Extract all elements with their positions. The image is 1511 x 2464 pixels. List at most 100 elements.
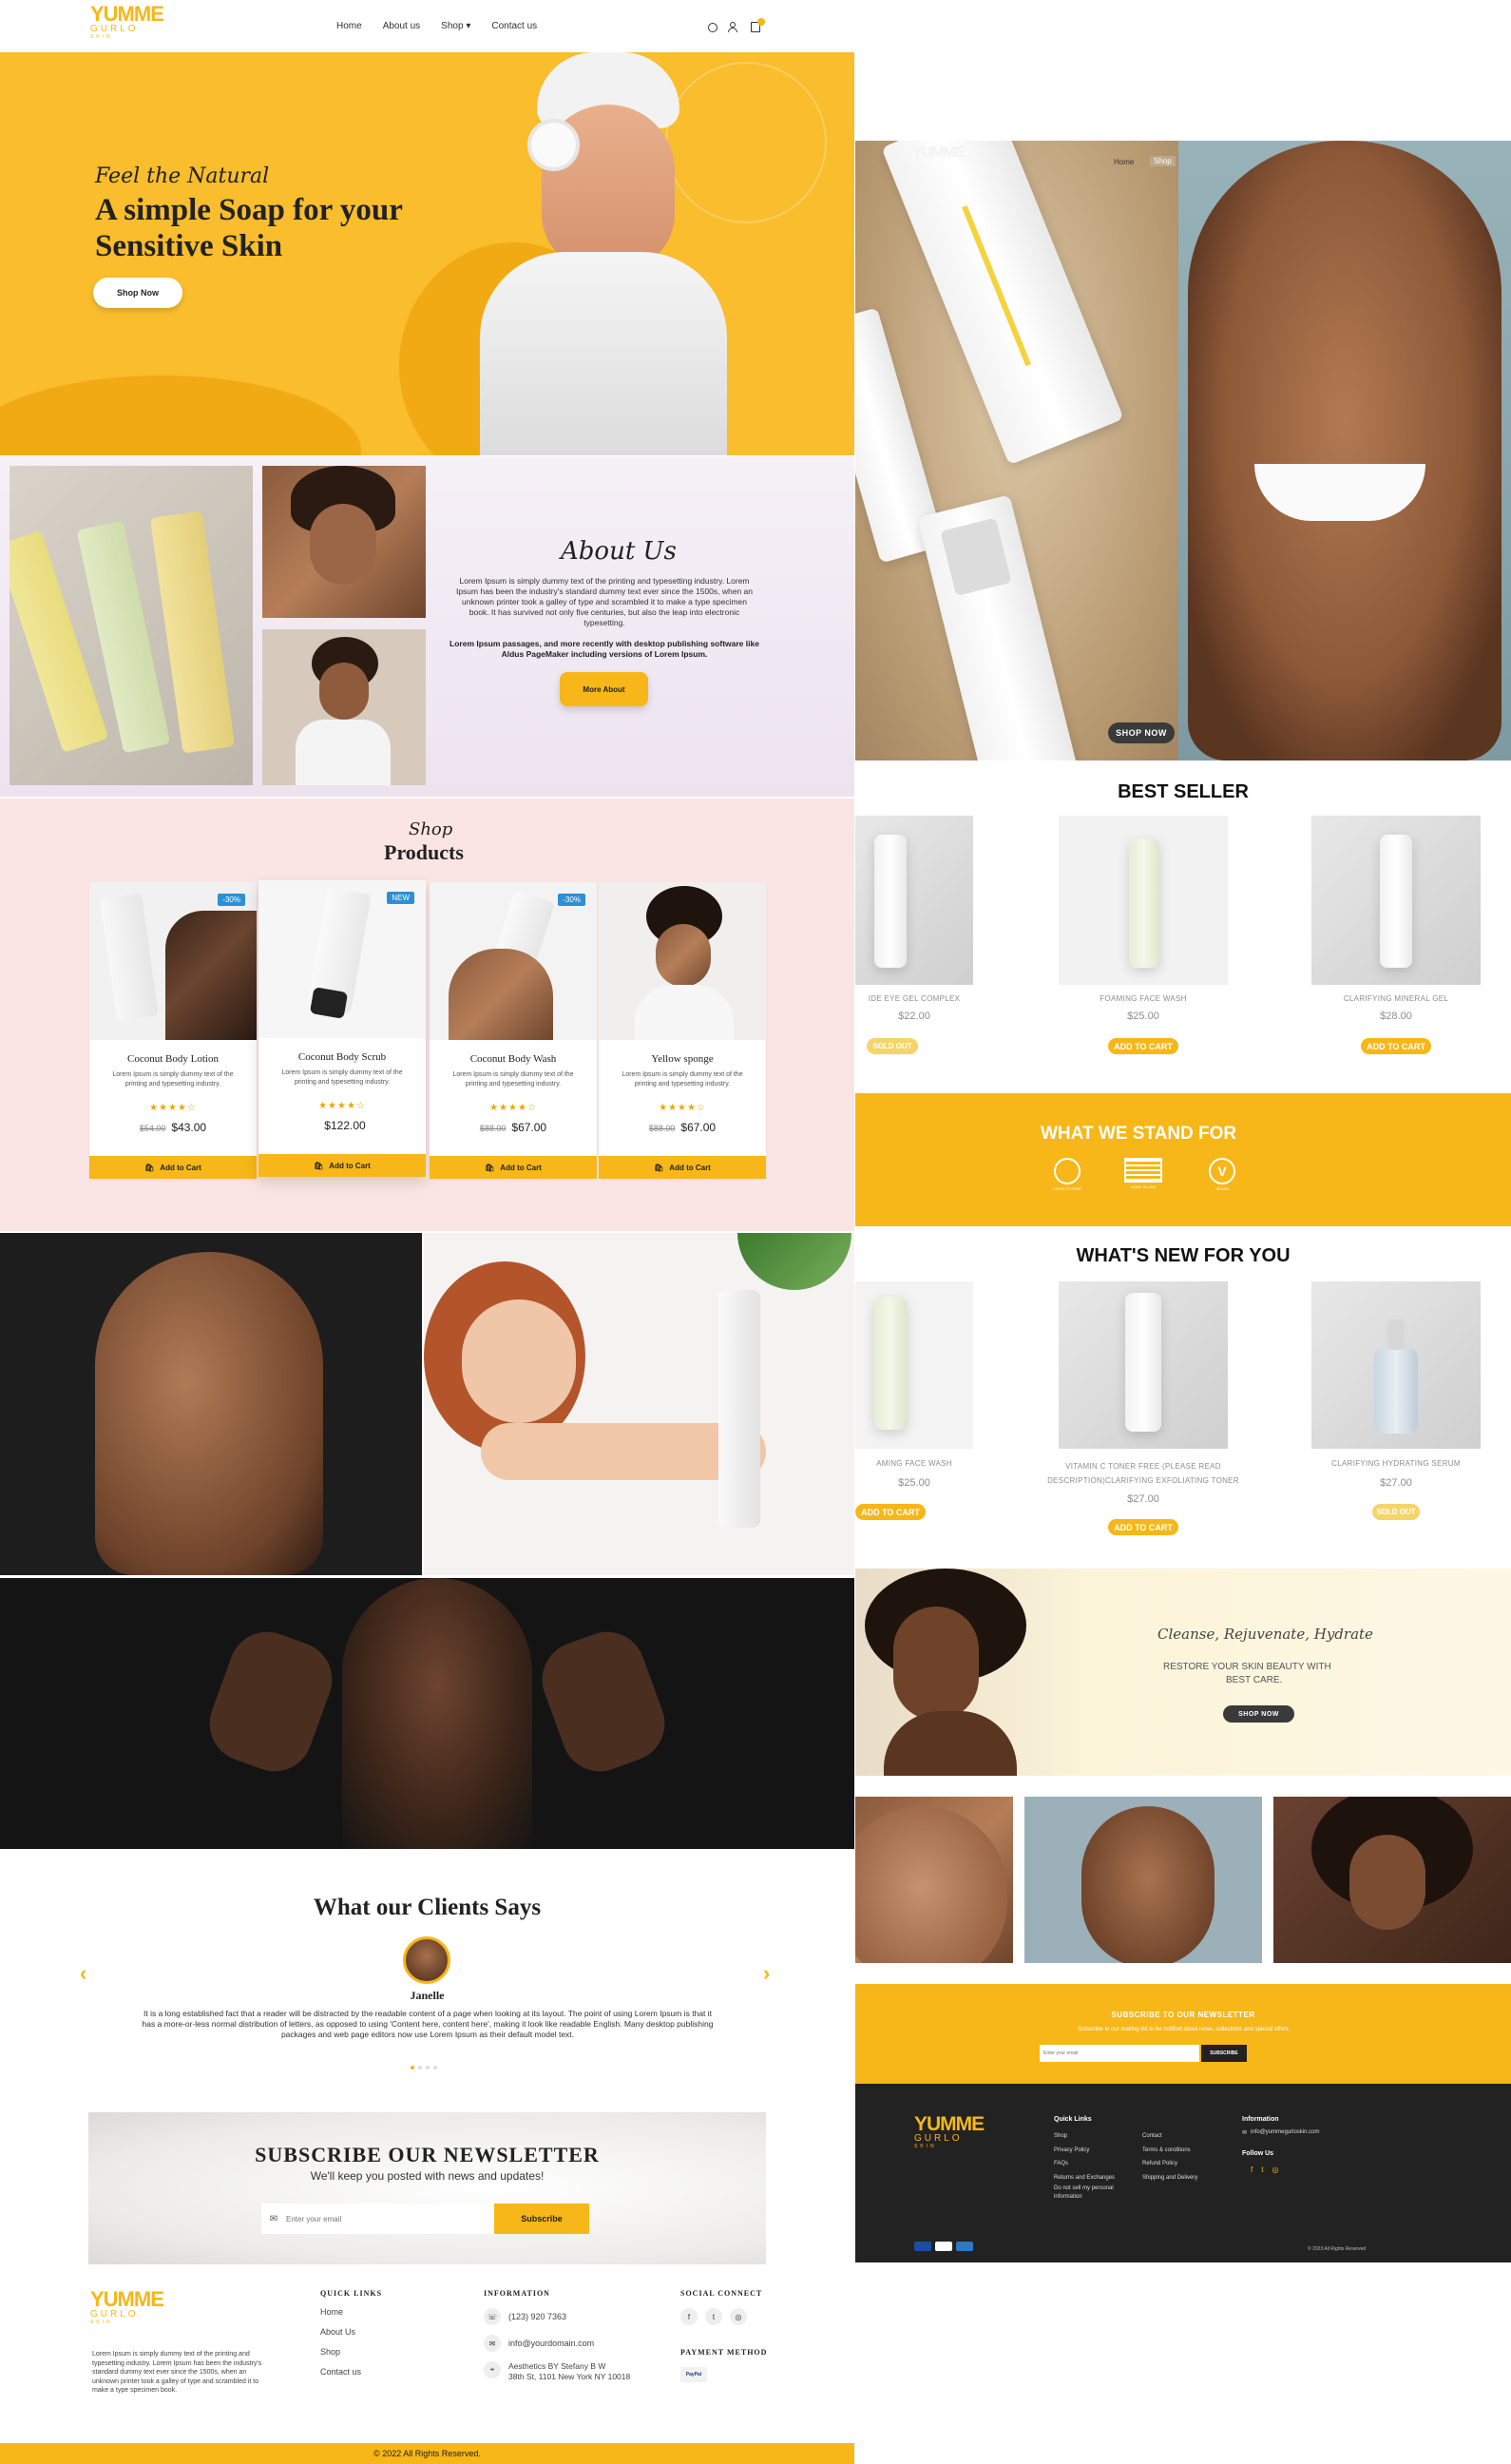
product-card[interactable]: -30% Coconut Body Lotion Lorem Ipsum is … bbox=[89, 882, 257, 1179]
sold-out-button[interactable]: SOLD OUT bbox=[1372, 1504, 1420, 1520]
whats-new-item[interactable]: AMING FACE WASH $25.00 bbox=[855, 1459, 973, 1489]
carousel-dot[interactable] bbox=[426, 2066, 430, 2069]
footer-link[interactable]: Privacy Policy bbox=[1054, 2144, 1130, 2158]
instagram-icon[interactable]: ◎ bbox=[730, 2308, 747, 2325]
product-card[interactable]: Yellow sponge Lorem Ipsum is simply dumm… bbox=[599, 882, 766, 1179]
product-image bbox=[599, 882, 766, 1040]
right-nav-shop[interactable]: Shop bbox=[1150, 156, 1176, 166]
visa-icon bbox=[914, 2242, 931, 2251]
carousel-next-button[interactable]: › bbox=[763, 1961, 770, 1986]
hero-title-line2: Sensitive Skin bbox=[95, 229, 283, 263]
bestseller-title: BEST SELLER bbox=[1118, 781, 1249, 802]
facebook-icon[interactable]: f bbox=[1251, 2166, 1253, 2174]
subscribe-button[interactable]: Subscribe bbox=[494, 2204, 589, 2234]
footer-link-about[interactable]: About Us bbox=[320, 2322, 361, 2342]
bestseller-item[interactable]: FOAMING FACE WASH $25.00 bbox=[1059, 994, 1228, 1022]
product-name[interactable]: Coconut Body Wash bbox=[430, 1053, 597, 1065]
instagram-icon[interactable]: ◎ bbox=[1272, 2166, 1278, 2174]
product-card[interactable]: -30% Coconut Body Wash Lorem Ipsum is si… bbox=[430, 882, 597, 1179]
bag-icon: 🛍 bbox=[144, 1163, 155, 1172]
twitter-icon[interactable]: t bbox=[705, 2308, 722, 2325]
footer-social-title: SOCIAL CONNECT bbox=[680, 2289, 763, 2298]
product-name[interactable]: Yellow sponge bbox=[599, 1053, 766, 1065]
whats-new-item[interactable]: VITAMIN C TONER FREE (PLEASE READ DESCRI… bbox=[1045, 1459, 1241, 1505]
footer-link-contact[interactable]: Contact us bbox=[320, 2362, 361, 2382]
product-name[interactable]: Coconut Body Lotion bbox=[89, 1053, 257, 1065]
add-to-cart-button[interactable]: 🛍 Add to Cart bbox=[258, 1154, 426, 1177]
footer-email-text[interactable]: info@yourdomain.com bbox=[508, 2339, 594, 2348]
add-to-cart-button[interactable]: 🛍 Add to Cart bbox=[599, 1156, 766, 1179]
right-hero-shop-button[interactable]: SHOP NOW bbox=[1108, 722, 1175, 743]
footer-link[interactable]: Refund Policy bbox=[1142, 2157, 1197, 2171]
footer-link[interactable]: Returns and Exchanges bbox=[1054, 2171, 1130, 2185]
product-name[interactable]: VITAMIN C TONER FREE (PLEASE READ DESCRI… bbox=[1045, 1459, 1241, 1488]
footer-link[interactable]: Contact bbox=[1142, 2129, 1197, 2144]
bestseller-item[interactable]: IDE EYE GEL COMPLEX $22.00 bbox=[855, 994, 973, 1022]
chevron-left-icon: ‹ bbox=[80, 1961, 87, 1985]
right-footer-logo[interactable]: YUMME GURLO SKIN bbox=[914, 2114, 985, 2149]
product-name[interactable]: IDE EYE GEL COMPLEX bbox=[855, 994, 973, 1003]
product-name[interactable]: FOAMING FACE WASH bbox=[1059, 994, 1228, 1003]
whats-new-item[interactable]: CLARIFYING HYDRATING SERUM $27.00 bbox=[1311, 1459, 1481, 1489]
carousel-prev-button[interactable]: ‹ bbox=[80, 1961, 86, 1986]
logo-tagline: SKIN bbox=[90, 34, 113, 40]
carousel-dot[interactable] bbox=[433, 2066, 437, 2069]
logo-bottom: GURLO bbox=[90, 24, 139, 34]
product-name[interactable]: Coconut Body Scrub bbox=[258, 1051, 426, 1063]
add-to-cart-button[interactable]: ADD TO CART bbox=[1108, 1519, 1178, 1535]
sold-out-button[interactable]: SOLD OUT bbox=[867, 1038, 918, 1054]
facebook-icon[interactable]: f bbox=[680, 2308, 698, 2325]
carousel-dots bbox=[411, 2066, 437, 2069]
nav-shop[interactable]: Shop ▾ bbox=[441, 21, 470, 31]
promo-shop-button[interactable]: SHOP NOW bbox=[1223, 1705, 1294, 1723]
bestseller-item[interactable]: CLARIFYING MINERAL GEL $28.00 bbox=[1311, 994, 1481, 1022]
gallery-photo-3 bbox=[0, 1578, 854, 1849]
newsletter-email-input[interactable] bbox=[286, 2204, 494, 2234]
new-badge: NEW bbox=[387, 892, 414, 904]
product-name[interactable]: AMING FACE WASH bbox=[855, 1459, 973, 1468]
right-footer-follow: Follow Us bbox=[1242, 2150, 1274, 2157]
hero-shop-button[interactable]: Shop Now bbox=[93, 278, 182, 308]
footer-link-shop[interactable]: Shop bbox=[320, 2342, 361, 2362]
product-name[interactable]: CLARIFYING HYDRATING SERUM bbox=[1311, 1459, 1481, 1468]
bag-icon: 🛍 bbox=[654, 1163, 664, 1172]
add-to-cart-button[interactable]: ADD TO CART bbox=[1361, 1038, 1431, 1054]
right-footer-email-text[interactable]: info@yummegurloskin.com bbox=[1251, 2129, 1319, 2136]
nav-home[interactable]: Home bbox=[336, 21, 362, 31]
footer-link[interactable]: Shipping and Delivery bbox=[1142, 2171, 1197, 2185]
right-subscribe-button[interactable]: SUBSCRIBE bbox=[1201, 2045, 1247, 2062]
footer-link[interactable]: Terms & conditions bbox=[1142, 2144, 1197, 2158]
old-price: $88.00 bbox=[648, 1124, 676, 1133]
add-to-cart-button[interactable]: ADD TO CART bbox=[1108, 1038, 1178, 1054]
carousel-dot[interactable] bbox=[411, 2066, 414, 2069]
add-to-cart-button[interactable]: ADD TO CART bbox=[855, 1504, 926, 1520]
right-footer-quick-col1: Shop Privacy Policy FAQs Returns and Exc… bbox=[1054, 2129, 1130, 2202]
footer-link[interactable]: Shop bbox=[1054, 2129, 1130, 2144]
right-newsletter-email-input[interactable] bbox=[1040, 2045, 1199, 2062]
phone-icon: ☏ bbox=[484, 2308, 501, 2325]
add-to-cart-button[interactable]: 🛍 Add to Cart bbox=[89, 1156, 257, 1179]
right-footer-copyright: © 2023 All Rights Reserved bbox=[1308, 2246, 1367, 2252]
about-more-button[interactable]: More About bbox=[560, 672, 648, 706]
product-image bbox=[1059, 816, 1228, 985]
carousel-dot[interactable] bbox=[418, 2066, 422, 2069]
product-name[interactable]: CLARIFYING MINERAL GEL bbox=[1311, 994, 1481, 1003]
old-price: $88.00 bbox=[479, 1124, 507, 1133]
footer-link[interactable]: FAQs bbox=[1054, 2157, 1130, 2171]
product-card[interactable]: NEW Coconut Body Scrub Lorem Ipsum is si… bbox=[258, 880, 426, 1177]
nav-contact[interactable]: Contact us bbox=[491, 21, 537, 31]
right-nav-home[interactable]: Home bbox=[1114, 158, 1134, 166]
twitter-icon[interactable]: t bbox=[1261, 2166, 1263, 2174]
add-to-cart-label: Add to Cart bbox=[160, 1163, 201, 1172]
footer-link[interactable]: Do not sell my personal information bbox=[1054, 2185, 1122, 2202]
footer-link-home[interactable]: Home bbox=[320, 2302, 361, 2322]
logo[interactable]: YUMME GURLO SKIN bbox=[90, 4, 166, 41]
product-price: $88.00 $67.00 bbox=[599, 1121, 766, 1134]
right-logo[interactable]: YUMME bbox=[912, 144, 966, 162]
footer-logo[interactable]: YUMME GURLO SKIN bbox=[90, 2289, 164, 2326]
user-icon[interactable] bbox=[728, 22, 737, 33]
footer-phone-text[interactable]: (123) 920 7363 bbox=[508, 2312, 566, 2321]
search-icon[interactable] bbox=[708, 23, 717, 32]
add-to-cart-button[interactable]: 🛍 Add to Cart bbox=[430, 1156, 597, 1179]
nav-about[interactable]: About us bbox=[383, 21, 420, 31]
